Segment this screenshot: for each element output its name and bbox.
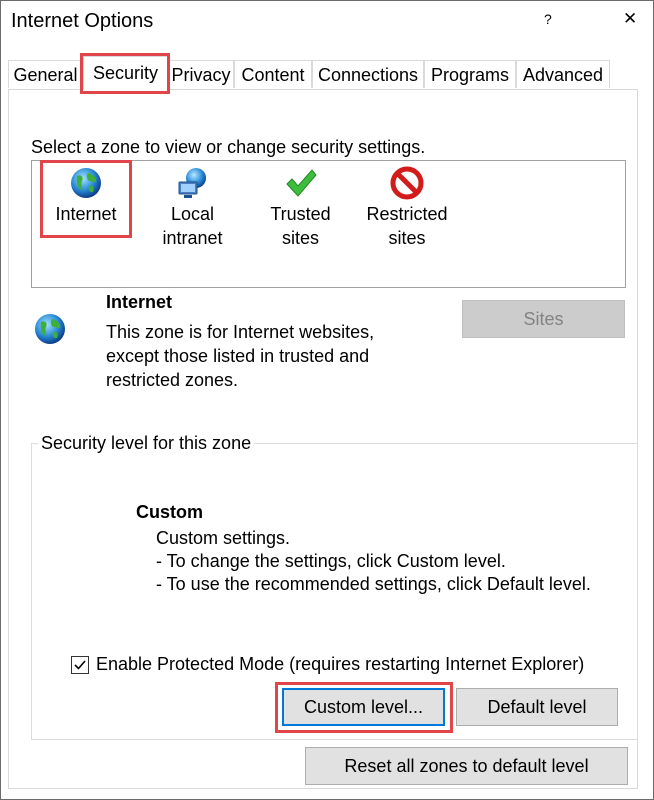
restricted-icon bbox=[390, 166, 424, 200]
close-icon[interactable]: ✕ bbox=[623, 9, 637, 29]
security-level-group-label: Security level for this zone bbox=[38, 433, 255, 454]
zone-prompt: Select a zone to view or change security… bbox=[31, 137, 426, 157]
tab-general[interactable]: General bbox=[8, 60, 83, 88]
zone-restricted-sites-label: Restricted sites bbox=[366, 204, 448, 248]
custom-level-highlight bbox=[275, 682, 453, 733]
tab-programs[interactable]: Programs bbox=[424, 60, 516, 88]
internet-zone-highlight bbox=[40, 160, 132, 238]
window-title: Internet Options bbox=[11, 10, 154, 32]
default-level-button[interactable]: Default level bbox=[456, 688, 618, 726]
security-tab-highlight bbox=[80, 53, 170, 94]
intranet-icon bbox=[176, 166, 210, 200]
checkmark-icon bbox=[284, 166, 318, 200]
security-level-line: Custom settings. bbox=[156, 528, 291, 548]
reset-all-zones-button[interactable]: Reset all zones to default level bbox=[305, 747, 628, 785]
zone-restricted-sites[interactable]: Restricted sites bbox=[362, 166, 452, 250]
zone-trusted-sites-label: Trusted sites bbox=[270, 204, 331, 248]
tab-privacy[interactable]: Privacy bbox=[168, 60, 234, 88]
checkmark-icon bbox=[74, 660, 86, 670]
protected-mode-label: Enable Protected Mode (requires restarti… bbox=[96, 654, 585, 674]
protected-mode-checkbox[interactable] bbox=[71, 656, 89, 674]
security-level-line: - To change the settings, click Custom l… bbox=[156, 551, 506, 571]
tab-content[interactable]: Content bbox=[234, 60, 312, 88]
sites-button[interactable]: Sites bbox=[462, 300, 625, 338]
security-level-title: Custom bbox=[136, 502, 203, 522]
tab-advanced[interactable]: Advanced bbox=[516, 60, 610, 88]
help-button[interactable]: ? bbox=[544, 11, 552, 27]
zone-name: Internet bbox=[106, 292, 173, 312]
zone-local-intranet[interactable]: Local intranet bbox=[150, 166, 235, 250]
security-level-description: Custom settings. - To change the setting… bbox=[156, 527, 616, 596]
zone-globe-icon bbox=[33, 312, 67, 346]
zone-description: This zone is for Internet websites, exce… bbox=[106, 322, 375, 390]
zone-trusted-sites[interactable]: Trusted sites bbox=[258, 166, 343, 250]
zone-local-intranet-label: Local intranet bbox=[162, 204, 223, 248]
tab-connections[interactable]: Connections bbox=[312, 60, 424, 88]
security-level-line: - To use the recommended settings, click… bbox=[156, 574, 591, 594]
